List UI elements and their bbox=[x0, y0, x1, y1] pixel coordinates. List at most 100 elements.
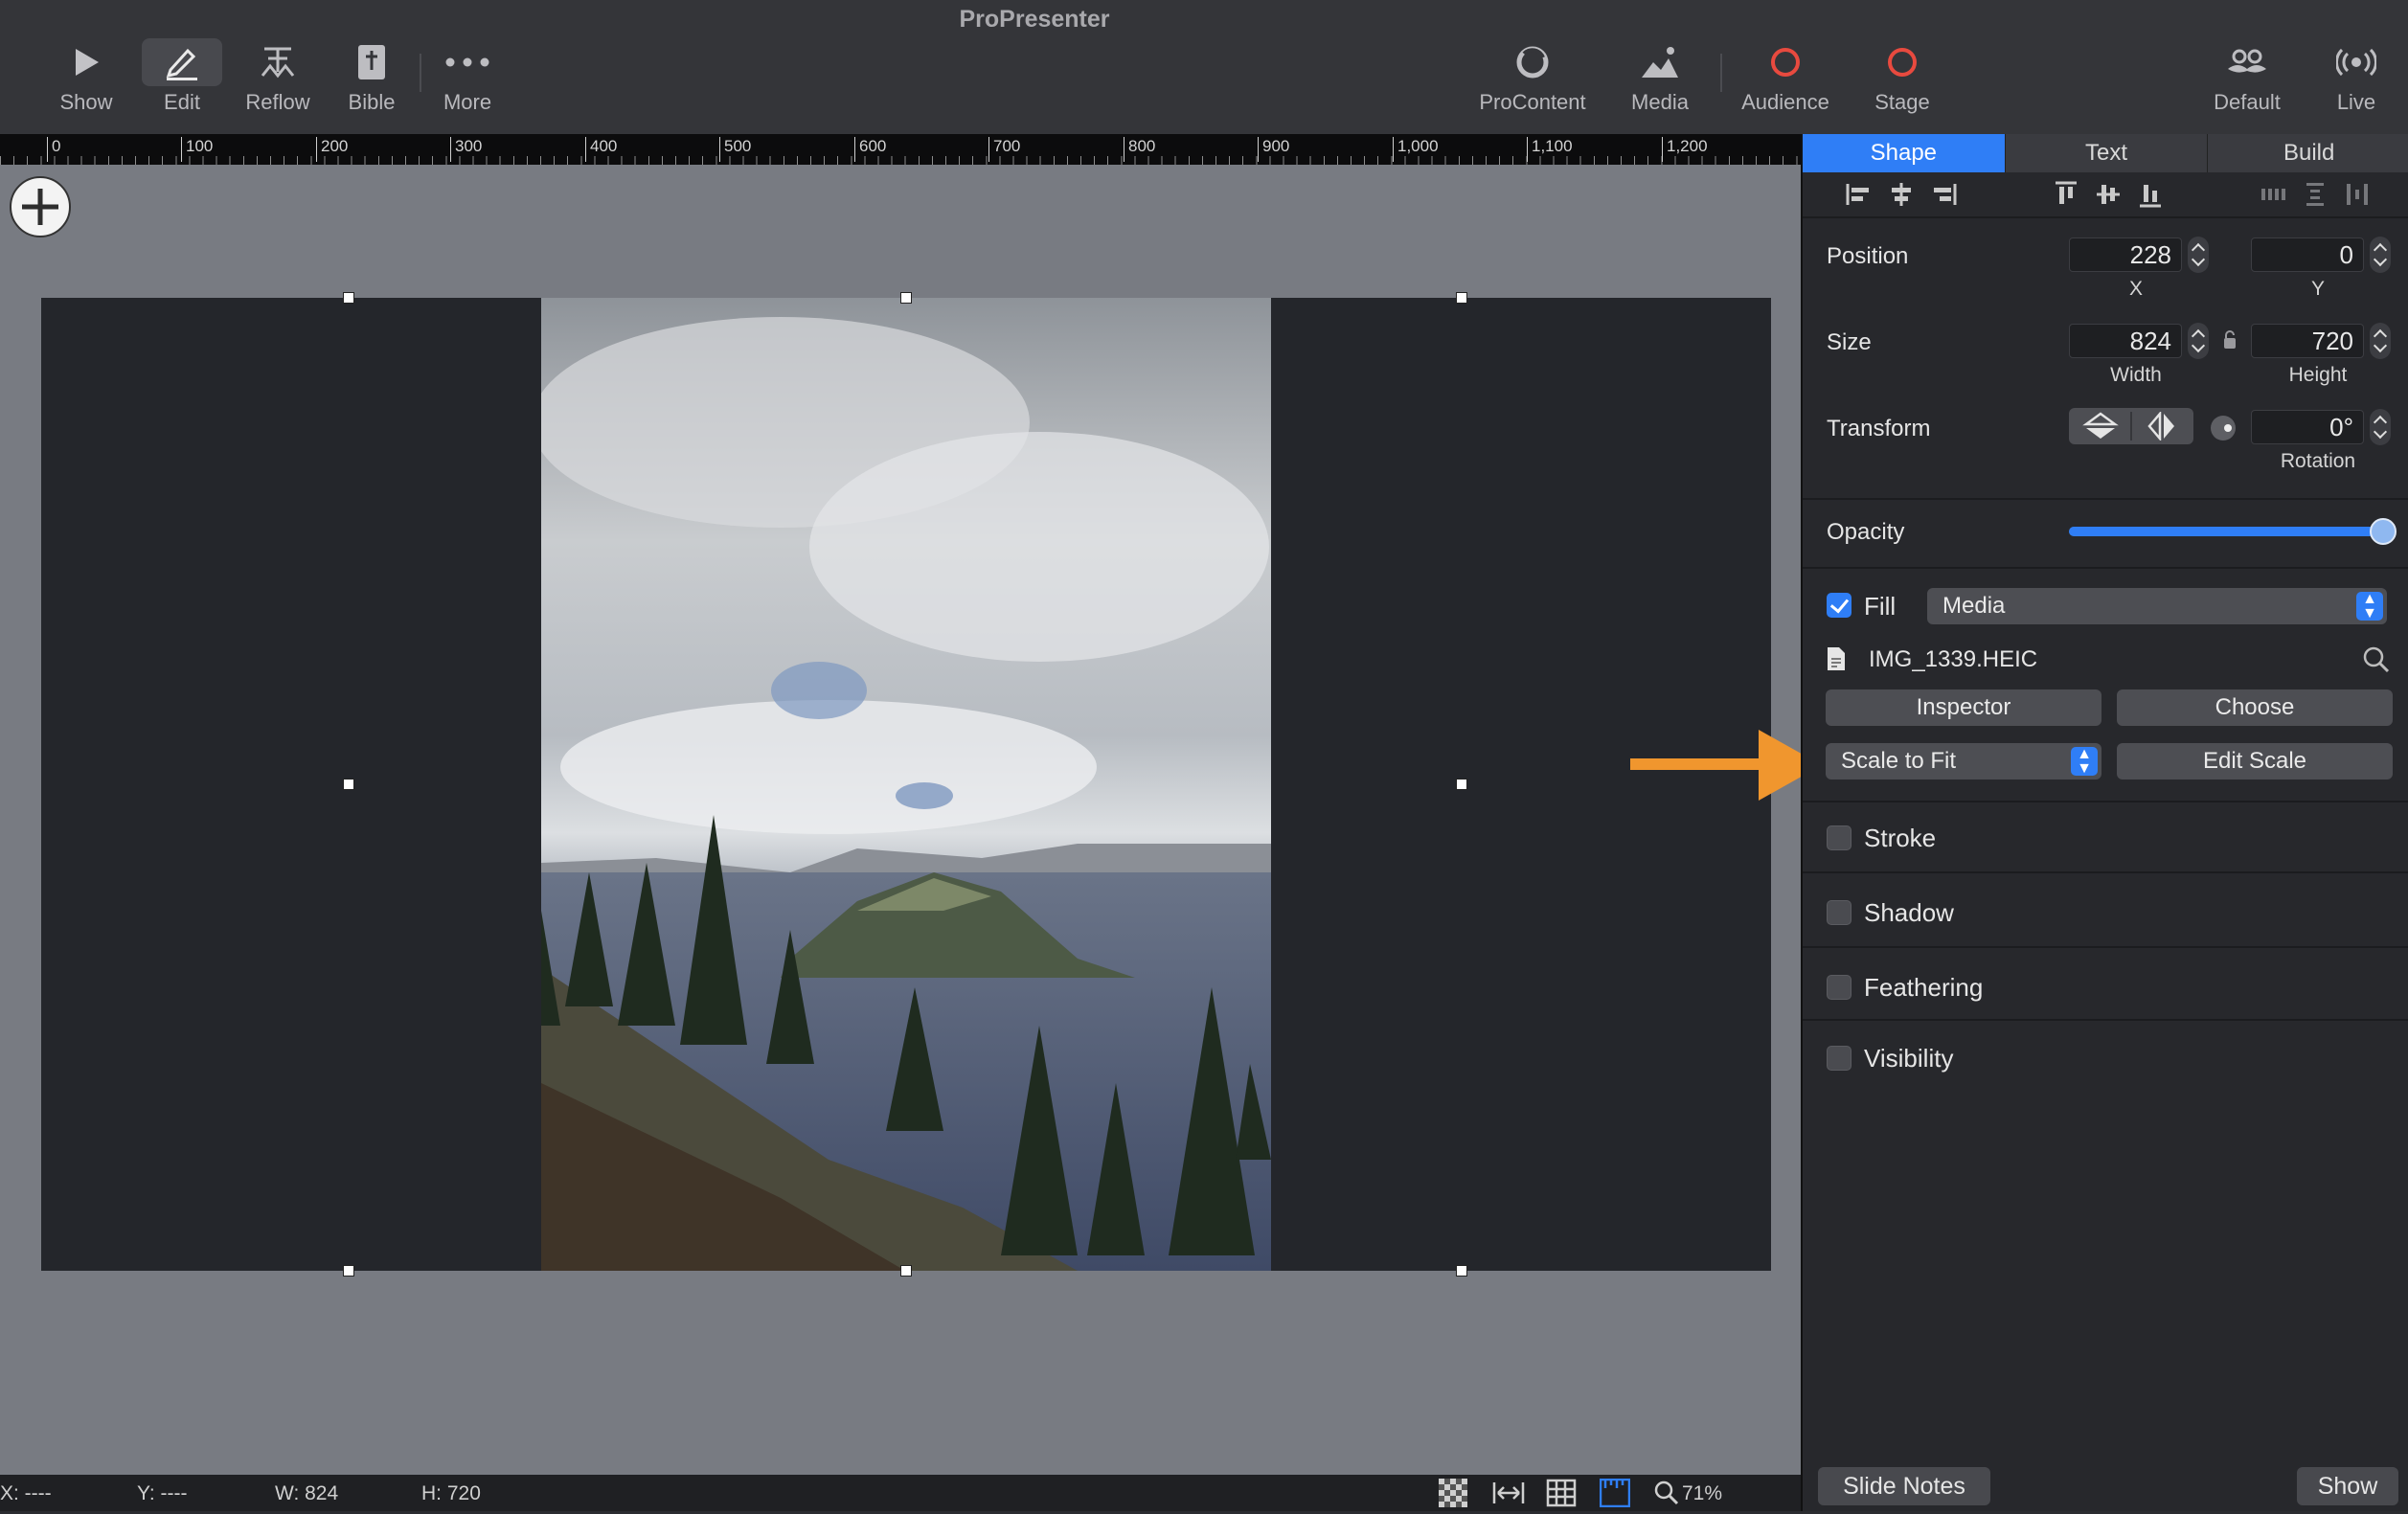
position-x-stepper[interactable] bbox=[2188, 237, 2209, 273]
live-button[interactable]: Live bbox=[2318, 38, 2395, 130]
fill-checkbox[interactable] bbox=[1827, 593, 1851, 618]
align-left-icon[interactable] bbox=[1845, 180, 1874, 209]
edit-scale-button[interactable]: Edit Scale bbox=[2117, 743, 2393, 780]
feathering-checkbox[interactable] bbox=[1827, 975, 1851, 1000]
ruler-mark: 700 bbox=[988, 137, 1020, 162]
ruler-mark: 900 bbox=[1258, 137, 1289, 162]
align-bottom-icon[interactable] bbox=[2136, 180, 2165, 209]
tab-shape[interactable]: Shape bbox=[1803, 134, 2006, 172]
width-stepper[interactable] bbox=[2188, 323, 2209, 359]
ruler-mark: 600 bbox=[854, 137, 886, 162]
opacity-slider[interactable] bbox=[2069, 518, 2397, 545]
ruler-mark: 100 bbox=[181, 137, 213, 162]
distribute-spacing-icon[interactable] bbox=[2343, 180, 2372, 209]
show-inspector-button[interactable]: Show bbox=[2297, 1467, 2398, 1505]
opacity-slider-knob[interactable] bbox=[2370, 518, 2397, 545]
lock-icon[interactable] bbox=[2222, 329, 2238, 350]
feathering-label: Feathering bbox=[1864, 973, 1984, 1002]
stroke-label: Stroke bbox=[1864, 824, 1937, 852]
rotation-field[interactable]: 0° bbox=[2251, 410, 2364, 444]
grid-icon[interactable] bbox=[1546, 1479, 1577, 1514]
object-height: H: 720 bbox=[421, 1482, 481, 1504]
search-icon[interactable] bbox=[2362, 645, 2391, 674]
status-bar: X: ---- Y: ---- W: 824 H: 720 71% bbox=[0, 1475, 1801, 1511]
default-label: Default bbox=[2214, 90, 2281, 114]
ruler-mark: 1,100 bbox=[1527, 137, 1573, 162]
cursor-y: Y: ---- bbox=[137, 1482, 188, 1504]
flip-vertical-icon[interactable] bbox=[2082, 412, 2119, 441]
position-x-field[interactable]: 228 bbox=[2069, 237, 2182, 272]
ruler-toggle-icon[interactable] bbox=[1599, 1478, 1631, 1514]
shadow-label: Shadow bbox=[1864, 898, 1954, 927]
slide-notes-button[interactable]: Slide Notes bbox=[1818, 1467, 1990, 1505]
media-label: Media bbox=[1631, 90, 1689, 114]
tab-build[interactable]: Build bbox=[2208, 134, 2408, 172]
show-button[interactable]: Show bbox=[48, 38, 125, 130]
resize-handle-bottom-left[interactable] bbox=[343, 1265, 354, 1277]
fit-width-icon[interactable] bbox=[1492, 1479, 1525, 1514]
window-title: ProPresenter bbox=[959, 6, 1110, 33]
resize-handle-bottom[interactable] bbox=[900, 1265, 912, 1277]
media-icon bbox=[1609, 38, 1711, 86]
position-y-field[interactable]: 0 bbox=[2251, 237, 2364, 272]
width-field[interactable]: 824 bbox=[2069, 324, 2182, 358]
more-button[interactable]: More bbox=[429, 38, 506, 130]
media-button[interactable]: Media bbox=[1609, 38, 1711, 130]
visibility-label: Visibility bbox=[1864, 1044, 1954, 1073]
position-y-caption: Y bbox=[2310, 278, 2325, 300]
tab-text[interactable]: Text bbox=[2006, 134, 2209, 172]
resize-handle-bottom-right[interactable] bbox=[1456, 1265, 1467, 1277]
zoom-icon[interactable] bbox=[1653, 1479, 1680, 1514]
audience-button[interactable]: Audience bbox=[1730, 38, 1841, 130]
default-button[interactable]: Default bbox=[2199, 38, 2295, 130]
visibility-checkbox[interactable] bbox=[1827, 1046, 1851, 1071]
media-image[interactable] bbox=[541, 298, 1271, 1271]
reflow-button[interactable]: Reflow bbox=[238, 38, 318, 130]
scale-mode-select[interactable]: Scale to Fit ▲ ▼ bbox=[1826, 743, 2101, 780]
inspector-panel: Shape Text Build Position 228 0 X Y Size… bbox=[1801, 134, 2408, 1511]
inspector-button[interactable]: Inspector bbox=[1826, 689, 2101, 726]
procontent-label: ProContent bbox=[1479, 90, 1586, 114]
stage-button[interactable]: Stage bbox=[1856, 38, 1948, 130]
ruler-mark: 200 bbox=[316, 137, 348, 162]
flip-horizontal-icon[interactable] bbox=[2144, 412, 2180, 441]
align-center-icon[interactable] bbox=[1887, 180, 1916, 209]
checkerboard-icon[interactable] bbox=[1439, 1479, 1467, 1514]
ruler-mark: 400 bbox=[585, 137, 617, 162]
shadow-checkbox[interactable] bbox=[1827, 900, 1851, 925]
rotation-knob-icon[interactable] bbox=[2209, 414, 2238, 442]
distribute-vertical-icon[interactable] bbox=[2301, 180, 2329, 209]
height-field[interactable]: 720 bbox=[2251, 324, 2364, 358]
distribute-horizontal-icon[interactable] bbox=[2259, 180, 2287, 209]
resize-handle-top[interactable] bbox=[900, 292, 912, 304]
align-right-icon[interactable] bbox=[1929, 180, 1958, 209]
resize-handle-top-left[interactable] bbox=[343, 292, 354, 304]
fill-type-select[interactable]: Media ▲ ▼ bbox=[1927, 588, 2387, 624]
add-object-button[interactable] bbox=[10, 176, 71, 237]
zoom-level[interactable]: 71% bbox=[1682, 1482, 1722, 1505]
rotation-stepper[interactable] bbox=[2370, 409, 2391, 445]
procontent-button[interactable]: ProContent bbox=[1465, 38, 1600, 130]
height-stepper[interactable] bbox=[2370, 323, 2391, 359]
position-y-stepper[interactable] bbox=[2370, 237, 2391, 273]
stroke-checkbox[interactable] bbox=[1827, 825, 1851, 850]
choose-button[interactable]: Choose bbox=[2117, 689, 2393, 726]
opacity-label: Opacity bbox=[1827, 519, 1905, 545]
chevron-updown-icon: ▲ ▼ bbox=[2071, 747, 2098, 777]
pencil-icon bbox=[142, 38, 222, 86]
divider bbox=[1803, 801, 2408, 802]
chevron-updown-icon: ▲ ▼ bbox=[2356, 592, 2383, 621]
resize-handle-right[interactable] bbox=[1456, 779, 1467, 790]
cursor-x: X: ---- bbox=[0, 1482, 52, 1504]
edit-button[interactable]: Edit bbox=[134, 38, 230, 130]
ruler-mark: 500 bbox=[719, 137, 751, 162]
fill-label: Fill bbox=[1864, 592, 1897, 621]
width-caption: Width bbox=[2110, 364, 2162, 386]
resize-handle-left[interactable] bbox=[343, 779, 354, 790]
align-middle-icon[interactable] bbox=[2094, 180, 2123, 209]
live-label: Live bbox=[2336, 90, 2376, 114]
bible-button[interactable]: Bible bbox=[333, 38, 410, 130]
resize-handle-top-right[interactable] bbox=[1456, 292, 1467, 304]
stage-icon bbox=[1856, 38, 1948, 86]
align-top-icon[interactable] bbox=[2052, 180, 2080, 209]
